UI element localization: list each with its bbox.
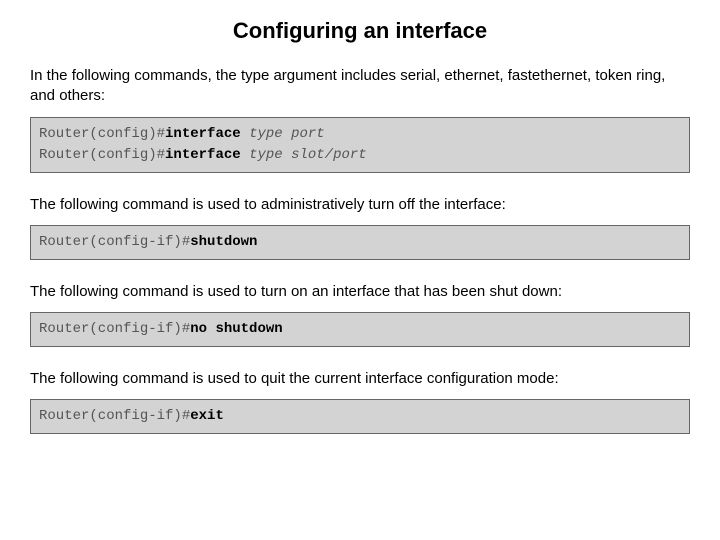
- section-2: The following command is used to adminis…: [30, 195, 690, 260]
- section-desc: In the following commands, the type argu…: [30, 66, 690, 107]
- command-box: Router(config-if)#shutdown: [30, 225, 690, 260]
- command-arg: type slot/port: [249, 147, 367, 163]
- command-box: Router(config-if)#exit: [30, 399, 690, 434]
- command-name: no shutdown: [190, 321, 282, 337]
- command-name: shutdown: [190, 234, 257, 250]
- command-line: Router(config)#interface type port: [39, 124, 681, 145]
- command-prompt: Router(config)#: [39, 126, 165, 142]
- command-line: Router(config-if)#exit: [39, 406, 681, 427]
- section-4: The following command is used to quit th…: [30, 369, 690, 434]
- command-prompt: Router(config-if)#: [39, 321, 190, 337]
- command-arg: type port: [249, 126, 325, 142]
- command-name: interface: [165, 126, 241, 142]
- command-line: Router(config-if)#shutdown: [39, 232, 681, 253]
- section-1: In the following commands, the type argu…: [30, 66, 690, 173]
- command-line: Router(config)#interface type slot/port: [39, 145, 681, 166]
- command-name: exit: [190, 408, 224, 424]
- command-prompt: Router(config)#: [39, 147, 165, 163]
- section-desc: The following command is used to quit th…: [30, 369, 690, 389]
- command-name: interface: [165, 147, 241, 163]
- section-desc: The following command is used to adminis…: [30, 195, 690, 215]
- section-desc: The following command is used to turn on…: [30, 282, 690, 302]
- command-box: Router(config)#interface type port Route…: [30, 117, 690, 173]
- command-box: Router(config-if)#no shutdown: [30, 312, 690, 347]
- command-line: Router(config-if)#no shutdown: [39, 319, 681, 340]
- command-prompt: Router(config-if)#: [39, 234, 190, 250]
- page-title: Configuring an interface: [30, 18, 690, 44]
- command-prompt: Router(config-if)#: [39, 408, 190, 424]
- section-3: The following command is used to turn on…: [30, 282, 690, 347]
